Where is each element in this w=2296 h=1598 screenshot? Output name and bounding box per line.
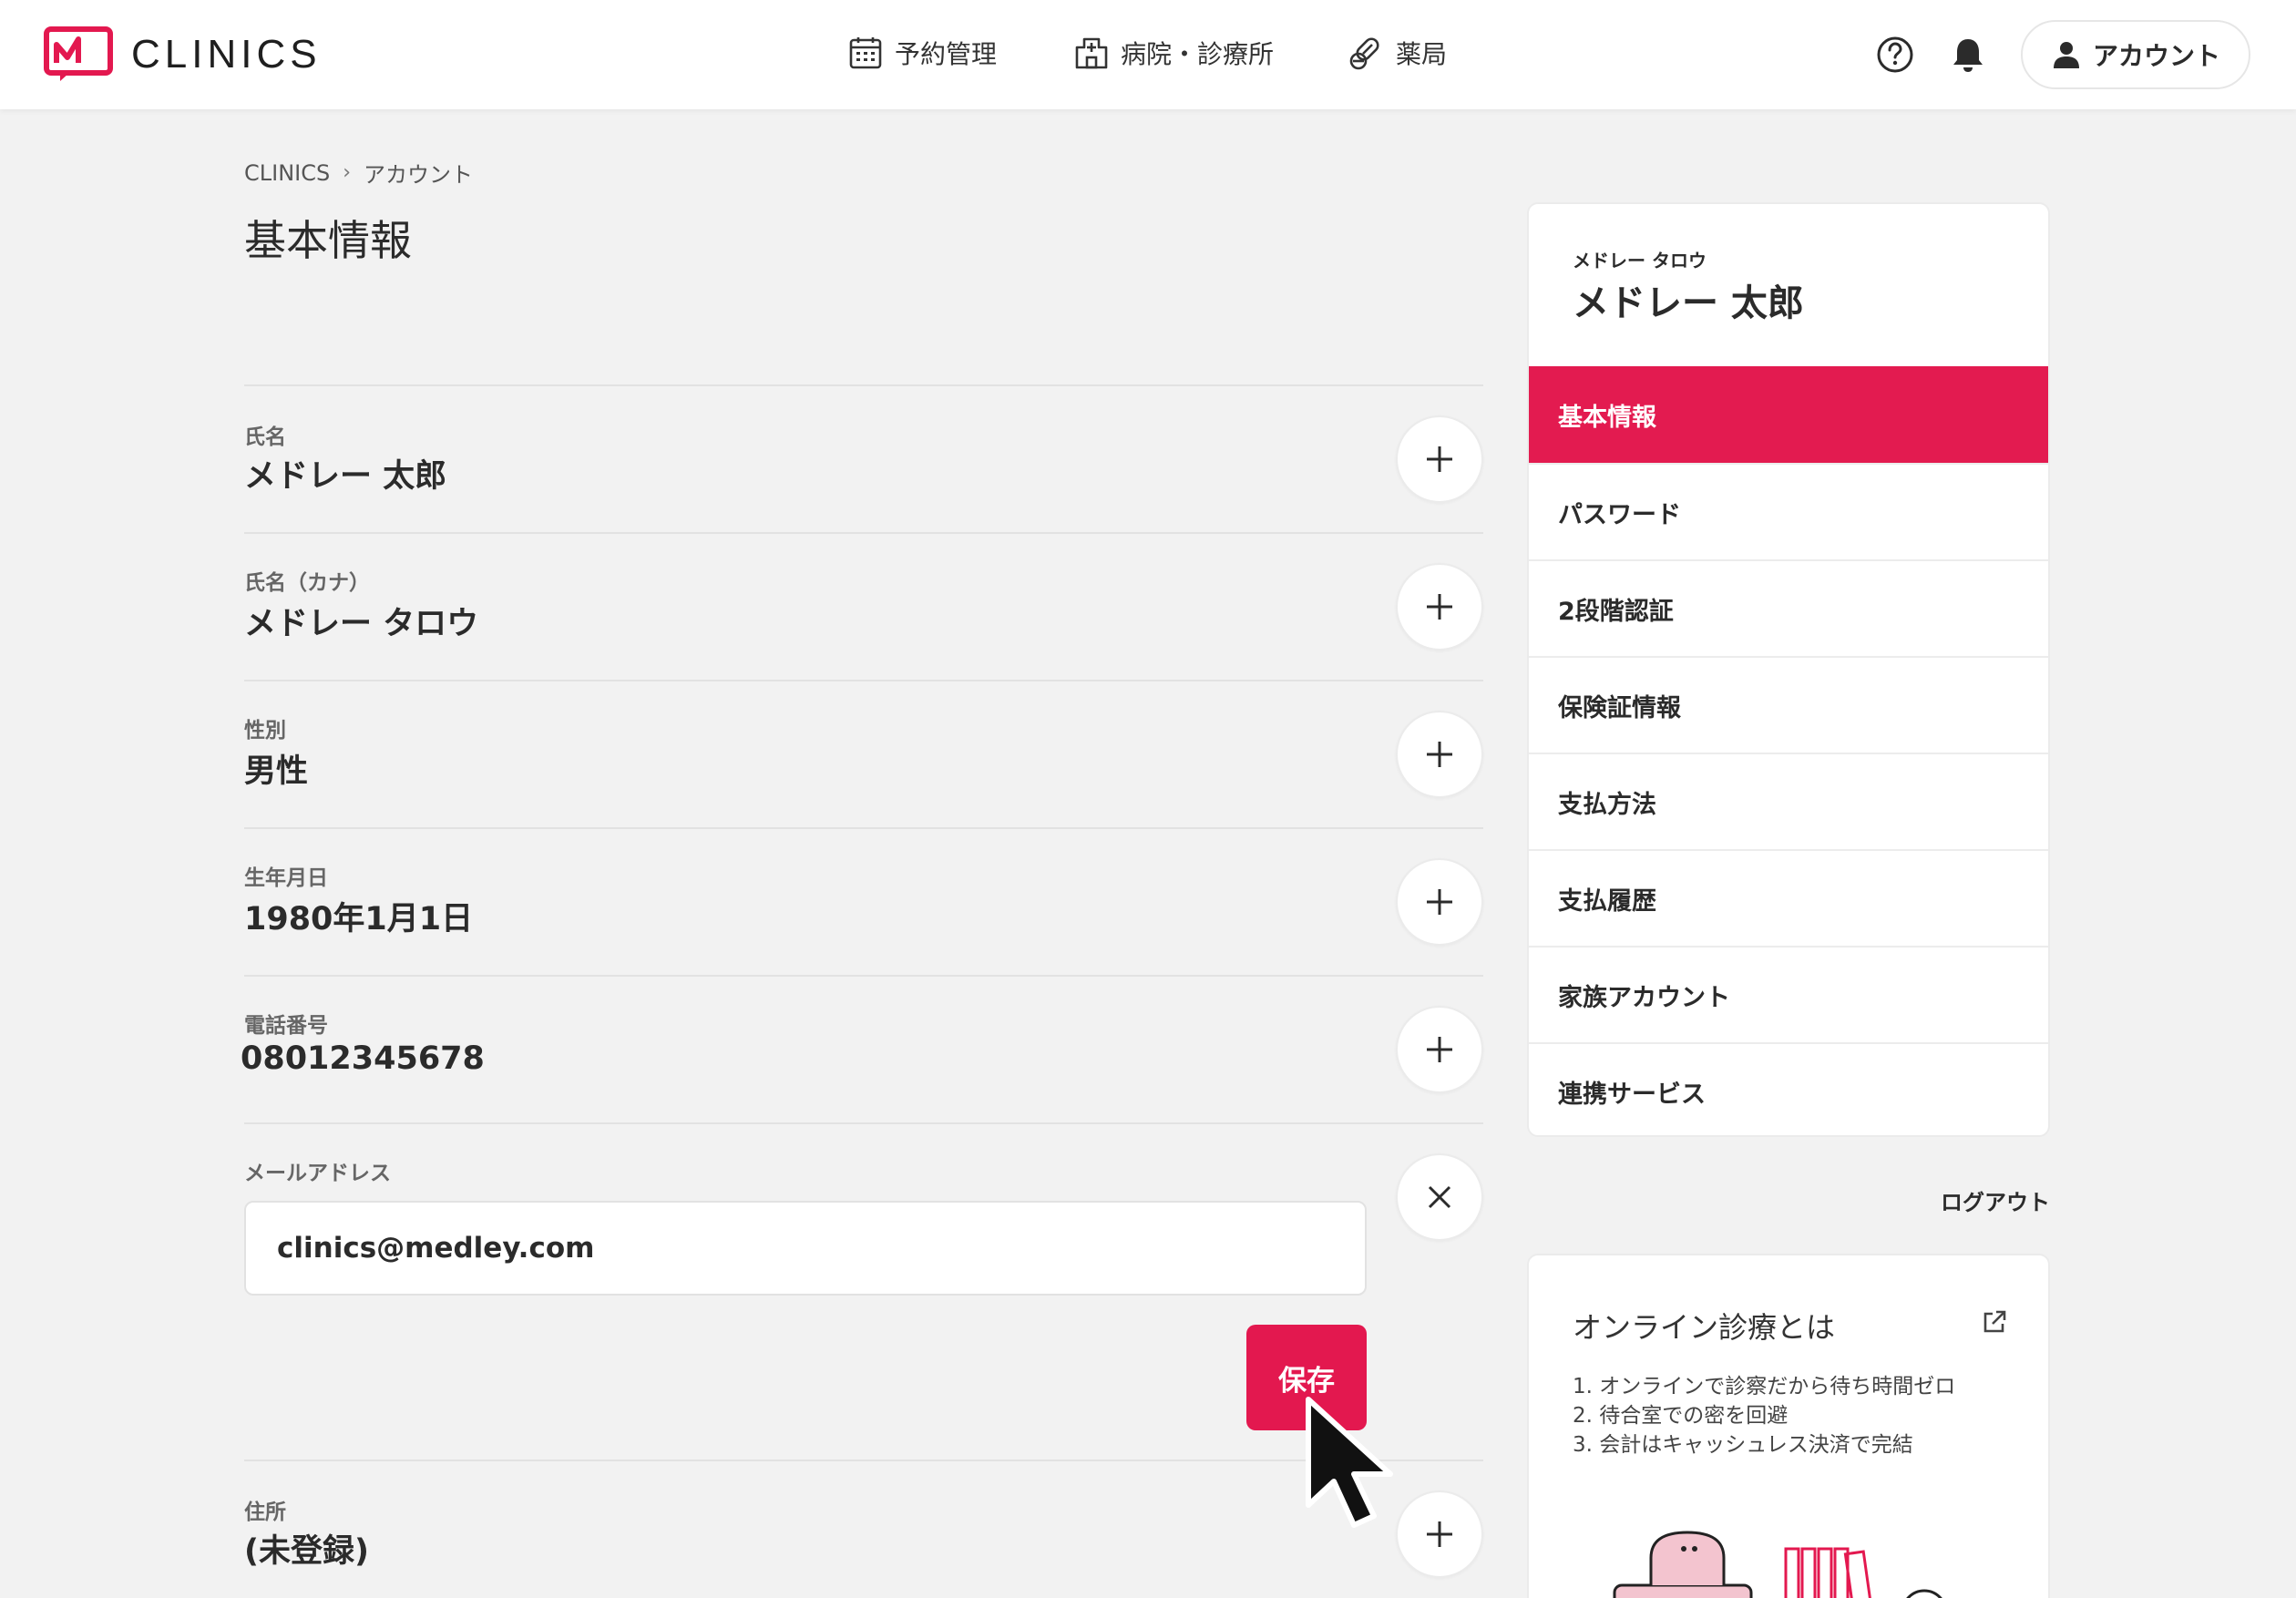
edit-address-button[interactable]: [1396, 1490, 1483, 1578]
breadcrumb-current: アカウント: [364, 162, 474, 188]
plus-icon: [1427, 446, 1452, 472]
edit-phone-button[interactable]: [1396, 1006, 1483, 1093]
cancel-email-button[interactable]: [1396, 1153, 1483, 1241]
nav-hospital[interactable]: 病院・診療所: [1073, 35, 1274, 71]
edit-birthdate-button[interactable]: [1396, 858, 1483, 946]
close-icon: [1428, 1185, 1451, 1209]
menu-item-basic-info[interactable]: 基本情報: [1529, 366, 2048, 463]
divider: [244, 1122, 1483, 1124]
nav-hospital-label: 病院・診療所: [1121, 39, 1275, 69]
account-button[interactable]: アカウント: [2021, 20, 2250, 89]
field-label-email: メールアドレス: [244, 1162, 391, 1185]
menu-item-password[interactable]: パスワード: [1529, 463, 2048, 559]
online-consultation-card[interactable]: オンライン診療とは 1. オンラインで診察だから待ち時間ゼロ 2. 待合室での密…: [1527, 1254, 2050, 1598]
menu-item-payment-history[interactable]: 支払履歴: [1529, 849, 2048, 946]
profile-kana: メドレー タロウ: [1573, 250, 1707, 271]
top-header: CLINICS 予約管理 病院・診療所 薬局 アカウント: [0, 0, 2296, 109]
field-value-phone: 08012345678: [241, 1040, 485, 1077]
divider: [244, 680, 1483, 681]
nav-pharmacy[interactable]: 薬局: [1348, 35, 1447, 71]
edit-name-button[interactable]: [1396, 415, 1483, 503]
plus-icon: [1427, 1521, 1452, 1547]
logout-link[interactable]: ログアウト: [1941, 1184, 2050, 1216]
chevron-right-icon: ›: [343, 161, 352, 184]
help-icon[interactable]: [1875, 35, 1915, 75]
user-icon: [2053, 42, 2079, 68]
field-value-name: メドレー 太郎: [244, 458, 447, 495]
field-value-birthdate: 1980年1月1日: [244, 901, 474, 937]
clinics-logo[interactable]: CLINICS: [44, 26, 322, 84]
field-value-address: (未登録): [244, 1533, 369, 1570]
field-value-kana: メドレー タロウ: [244, 606, 479, 642]
menu-item-payment-method[interactable]: 支払方法: [1529, 753, 2048, 849]
plus-icon: [1427, 889, 1452, 915]
nav-pharmacy-label: 薬局: [1396, 39, 1448, 69]
plus-icon: [1427, 594, 1452, 620]
divider: [244, 1460, 1483, 1461]
mouse-cursor-icon: [1306, 1397, 1393, 1528]
logo-text: CLINICS: [131, 32, 322, 77]
clinics-logo-icon: [44, 26, 113, 81]
account-menu: 基本情報 パスワード 2段階認証 保険証情報 支払方法 支払履歴 家族アカウント…: [1529, 366, 2048, 1135]
illustration-icon: [1613, 1531, 1942, 1598]
field-label-gender: 性別: [244, 719, 286, 743]
info-card-item: 1. オンラインで診察だから待ち時間ゼロ: [1573, 1375, 1956, 1398]
field-label-birthdate: 生年月日: [244, 866, 328, 890]
edit-gender-button[interactable]: [1396, 711, 1483, 798]
plus-icon: [1427, 742, 1452, 767]
email-input[interactable]: [244, 1201, 1367, 1296]
account-button-label: アカウント: [2092, 41, 2220, 71]
divider: [244, 827, 1483, 829]
nav-reservation[interactable]: 予約管理: [847, 35, 997, 71]
info-card-item: 3. 会計はキャッシュレス決済で完結: [1573, 1433, 1913, 1457]
field-label-address: 住所: [244, 1501, 286, 1524]
field-value-gender: 男性: [244, 753, 309, 790]
breadcrumb: CLINICS › アカウント: [244, 157, 473, 189]
field-label-phone: 電話番号: [244, 1014, 328, 1038]
info-card-list: 1. オンラインで診察だから待ち時間ゼロ 2. 待合室での密を回避 3. 会計は…: [1573, 1372, 1955, 1460]
info-card-title: オンライン診療とは: [1573, 1310, 1836, 1345]
edit-kana-button[interactable]: [1396, 563, 1483, 650]
breadcrumb-home[interactable]: CLINICS: [244, 160, 330, 186]
field-label-name: 氏名: [244, 425, 286, 449]
profile-name: メドレー 太郎: [1573, 282, 1804, 324]
menu-item-family-account[interactable]: 家族アカウント: [1529, 946, 2048, 1042]
nav-reservation-label: 予約管理: [895, 39, 998, 69]
menu-item-two-factor[interactable]: 2段階認証: [1529, 559, 2048, 656]
divider: [244, 384, 1483, 386]
profile-card: メドレー タロウ メドレー 太郎 基本情報 パスワード 2段階認証 保険証情報 …: [1527, 202, 2050, 1137]
pills-icon: [1349, 37, 1379, 70]
menu-item-linked-services[interactable]: 連携サービス: [1529, 1042, 2048, 1135]
divider: [244, 532, 1483, 534]
plus-icon: [1427, 1037, 1452, 1062]
divider: [244, 975, 1483, 977]
hospital-icon: [1075, 37, 1108, 69]
bell-icon[interactable]: [1948, 35, 1988, 75]
calendar-icon: [849, 37, 882, 69]
info-card-item: 2. 待合室での密を回避: [1573, 1404, 1789, 1428]
field-label-kana: 氏名（カナ）: [244, 571, 370, 595]
external-link-icon[interactable]: [1981, 1308, 2008, 1336]
page-title: 基本情報: [244, 216, 412, 265]
menu-item-insurance[interactable]: 保険証情報: [1529, 656, 2048, 753]
